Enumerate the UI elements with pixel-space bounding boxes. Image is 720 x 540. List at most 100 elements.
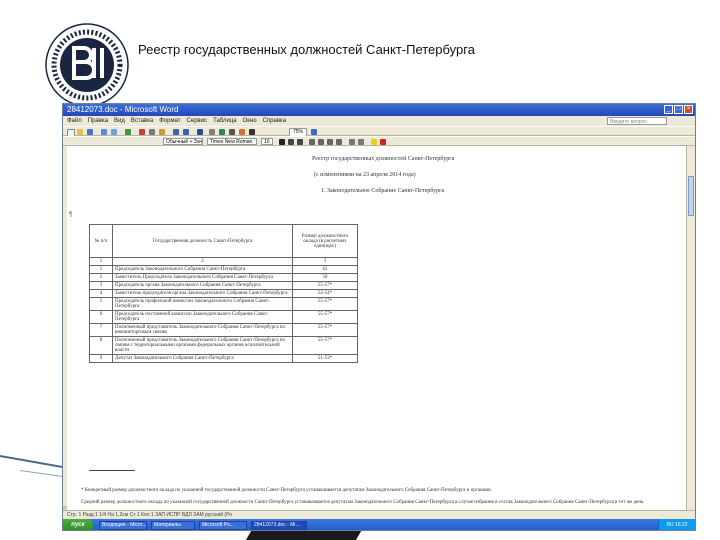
table-row: 4 Заместитель председателя органа Законо… xyxy=(89,289,358,298)
underline-icon[interactable] xyxy=(297,139,303,145)
menu-edit[interactable]: Правка xyxy=(88,116,108,126)
table-row: 8 Полномочный представитель Законодатель… xyxy=(89,336,358,355)
align-center-icon[interactable] xyxy=(318,139,324,145)
drawing-icon[interactable] xyxy=(239,129,245,135)
table-cell: 62 xyxy=(292,265,358,274)
start-button[interactable]: пуск xyxy=(63,519,93,530)
table-cell: Председатель Законодательного Собрания С… xyxy=(112,265,293,274)
window-titlebar: 28412073.doc - Microsoft Word _ □ × xyxy=(63,104,695,116)
menu-file[interactable]: Файл xyxy=(67,116,82,126)
table-header-row: № п/п Государственная должность Санкт-Пе… xyxy=(89,224,358,258)
table-cell: 2 xyxy=(89,273,113,282)
table-row: 3 Председатель органа Законодательного С… xyxy=(89,281,358,290)
table-cell: 55-57* xyxy=(292,310,358,324)
show-formatting-icon[interactable] xyxy=(249,129,255,135)
system-tray-clock: RU 16:22 xyxy=(658,519,695,530)
italic-icon[interactable] xyxy=(288,139,294,145)
justify-icon[interactable] xyxy=(336,139,342,145)
document-section-title: 1. Законодательное Собрание Санкт-Петерб… xyxy=(321,188,445,194)
table-cell: 55-57* xyxy=(292,297,358,311)
table-cell: Полномочный представитель Законодательно… xyxy=(112,323,293,337)
document-subheading: (с изменениями на 23 апреля 2014 года) xyxy=(314,172,416,178)
table-cell: 52-54* xyxy=(292,289,358,298)
hyperlink-icon[interactable] xyxy=(197,129,203,135)
table-row: 6 Председатель постоянной комиссии Закон… xyxy=(89,310,358,324)
footnote-separator xyxy=(89,470,135,471)
column-header-position: Государственная должность Санкт-Петербур… xyxy=(112,224,293,258)
help-icon[interactable] xyxy=(311,129,317,135)
menu-window[interactable]: Окно xyxy=(243,116,257,126)
close-button[interactable]: × xyxy=(684,105,693,114)
table-number-row: 1 2 3 xyxy=(89,257,358,266)
pilcrow-icon: ¶ xyxy=(69,212,73,218)
copy-icon[interactable] xyxy=(149,129,155,135)
menu-view[interactable]: Вид xyxy=(114,116,125,126)
taskbar-item-word[interactable]: 28412073.doc - Mi... xyxy=(251,521,307,530)
table-cell: 6 xyxy=(89,310,113,324)
table-cell: 3 xyxy=(89,281,113,290)
menu-help[interactable]: Справка xyxy=(263,116,287,126)
document-page: Реестр государственных должностей Санкт-… xyxy=(67,146,687,510)
spelling-icon[interactable] xyxy=(125,129,131,135)
table-row: 5 Председатель профильной комиссии Закон… xyxy=(89,297,358,311)
table-cell: Полномочный представитель Законодательно… xyxy=(112,336,293,355)
cut-icon[interactable] xyxy=(139,129,145,135)
table-cell: Председатель органа Законодательного Соб… xyxy=(112,281,293,290)
formatting-toolbar: Обычный + Заче Times New Roman 10 xyxy=(63,136,695,146)
style-select[interactable]: Обычный + Заче xyxy=(163,138,203,145)
minimize-button[interactable]: _ xyxy=(664,105,673,114)
maximize-button[interactable]: □ xyxy=(674,105,683,114)
vertical-scrollbar[interactable] xyxy=(686,146,695,510)
document-heading: Реестр государственных должностей Санкт-… xyxy=(312,156,455,162)
table-cell: 51-53* xyxy=(292,354,358,363)
align-right-icon[interactable] xyxy=(327,139,333,145)
save-icon[interactable] xyxy=(87,129,93,135)
taskbar-item-outlook[interactable]: Входящие - Micro... xyxy=(99,521,147,530)
menu-format[interactable]: Формат xyxy=(159,116,180,126)
columns-icon[interactable] xyxy=(229,129,235,135)
table-cell: 3 xyxy=(292,257,358,266)
registry-table: № п/п Государственная должность Санкт-Пе… xyxy=(89,224,358,363)
footnote-2: Средний размер должностного оклада по ук… xyxy=(81,500,645,505)
taskbar-item-folder[interactable]: Материалы xyxy=(151,521,195,530)
column-header-salary: Размер должностного оклада (в расчетных … xyxy=(292,224,358,258)
table-icon[interactable] xyxy=(209,129,215,135)
align-left-icon[interactable] xyxy=(309,139,315,145)
print-icon[interactable] xyxy=(101,129,107,135)
window-title: 28412073.doc - Microsoft Word xyxy=(67,105,179,114)
paste-icon[interactable] xyxy=(159,129,165,135)
table-row: 2 Заместитель Председателя Законодательн… xyxy=(89,273,358,282)
table-cell: Депутат Законодательного Собрания Санкт-… xyxy=(112,354,293,363)
highlight-icon[interactable] xyxy=(371,139,377,145)
font-size-select[interactable]: 10 xyxy=(261,138,273,145)
menu-insert[interactable]: Вставка xyxy=(131,116,153,126)
table-cell: 4 xyxy=(89,289,113,298)
bold-icon[interactable] xyxy=(279,139,285,145)
bullets-icon[interactable] xyxy=(358,139,364,145)
scrollbar-thumb[interactable] xyxy=(688,176,694,216)
table-cell: 7 xyxy=(89,323,113,337)
redo-icon[interactable] xyxy=(183,129,189,135)
column-header-number: № п/п xyxy=(89,224,113,258)
university-emblem-logo xyxy=(45,23,129,107)
table-cell: Заместитель председателя органа Законода… xyxy=(112,289,293,298)
menu-bar: Файл Правка Вид Вставка Формат Сервис Та… xyxy=(63,116,695,126)
help-search-input[interactable]: Введите вопрос xyxy=(607,117,667,125)
table-cell: 8 xyxy=(89,336,113,355)
footnote-1: * Конкретный размер должностного оклада … xyxy=(81,488,492,493)
taskbar-item-powerpoint[interactable]: Microsoft Po... xyxy=(199,521,247,530)
numbering-icon[interactable] xyxy=(349,139,355,145)
table-cell: 2 xyxy=(112,257,293,266)
menu-tools[interactable]: Сервис xyxy=(187,116,208,126)
preview-icon[interactable] xyxy=(111,129,117,135)
open-folder-icon[interactable] xyxy=(77,129,83,135)
undo-icon[interactable] xyxy=(173,129,179,135)
standard-toolbar: 75% xyxy=(63,126,695,137)
font-select[interactable]: Times New Roman xyxy=(207,138,257,145)
table-cell: Председатель профильной комиссии Законод… xyxy=(112,297,293,311)
menu-table[interactable]: Таблица xyxy=(213,116,237,126)
excel-icon[interactable] xyxy=(219,129,225,135)
font-color-icon[interactable] xyxy=(380,139,386,145)
word-window: 28412073.doc - Microsoft Word _ □ × Файл… xyxy=(62,103,696,531)
table-cell: 55-57* xyxy=(292,323,358,337)
